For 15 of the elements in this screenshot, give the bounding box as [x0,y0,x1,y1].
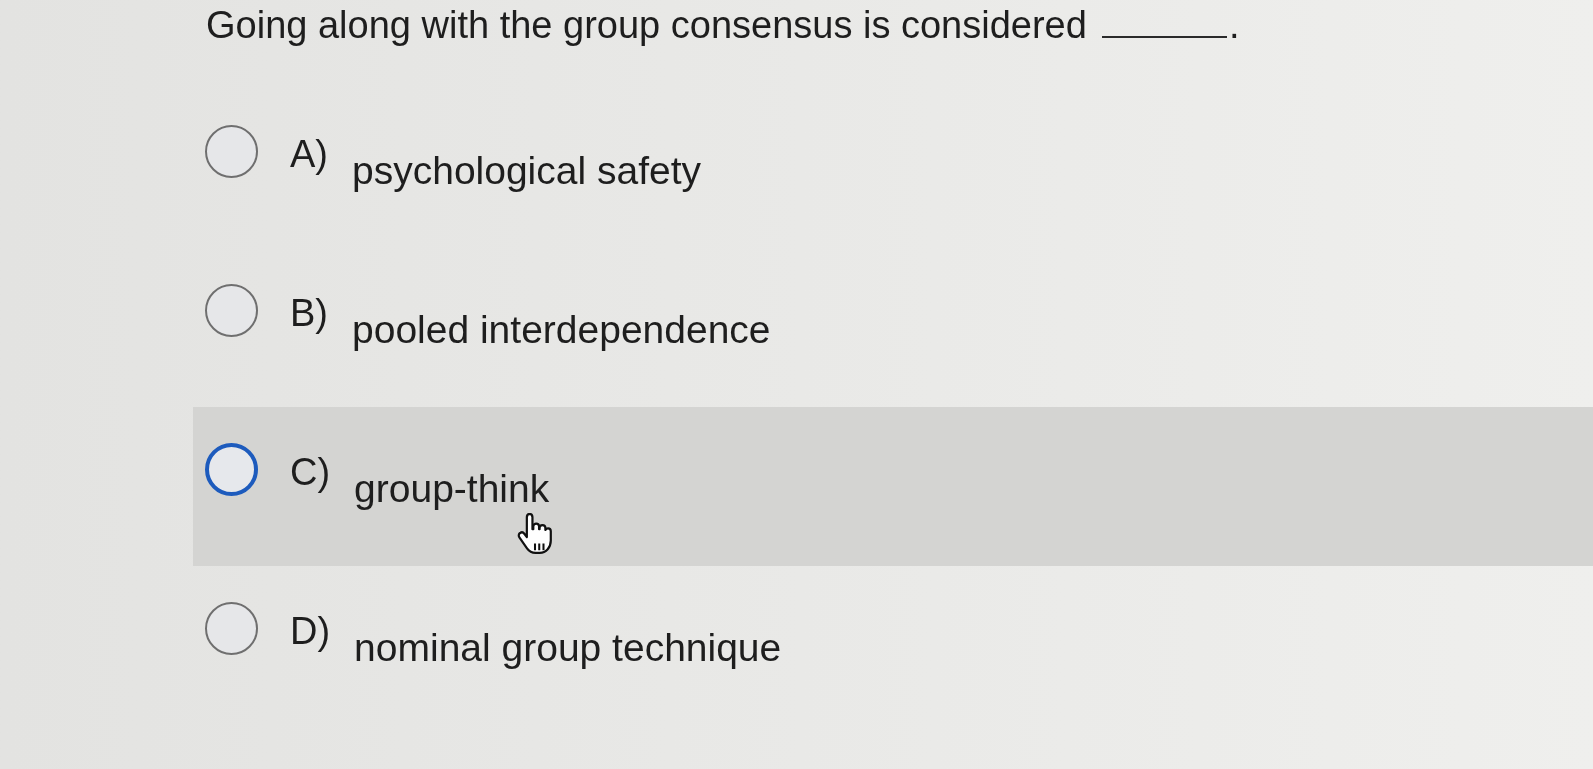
option-text[interactable]: pooled interdependence [352,310,771,349]
radio-button[interactable] [205,125,258,178]
question-text: Going along with the group consensus is considered [206,4,1087,46]
option-letter: A) [290,135,328,173]
option-text[interactable]: group-think [354,469,550,508]
radio-button[interactable] [205,602,258,655]
option-letter: B) [290,294,328,332]
hover-highlight-row[interactable]: C) group-think [193,407,1593,566]
option-letter: C) [290,453,331,491]
option-text[interactable]: nominal group technique [354,628,782,667]
sentence-period: . [1228,4,1240,46]
radio-button[interactable] [205,443,258,496]
option-text[interactable]: psychological safety [352,151,702,190]
radio-button[interactable] [205,284,258,337]
option-letter: D) [290,612,331,650]
